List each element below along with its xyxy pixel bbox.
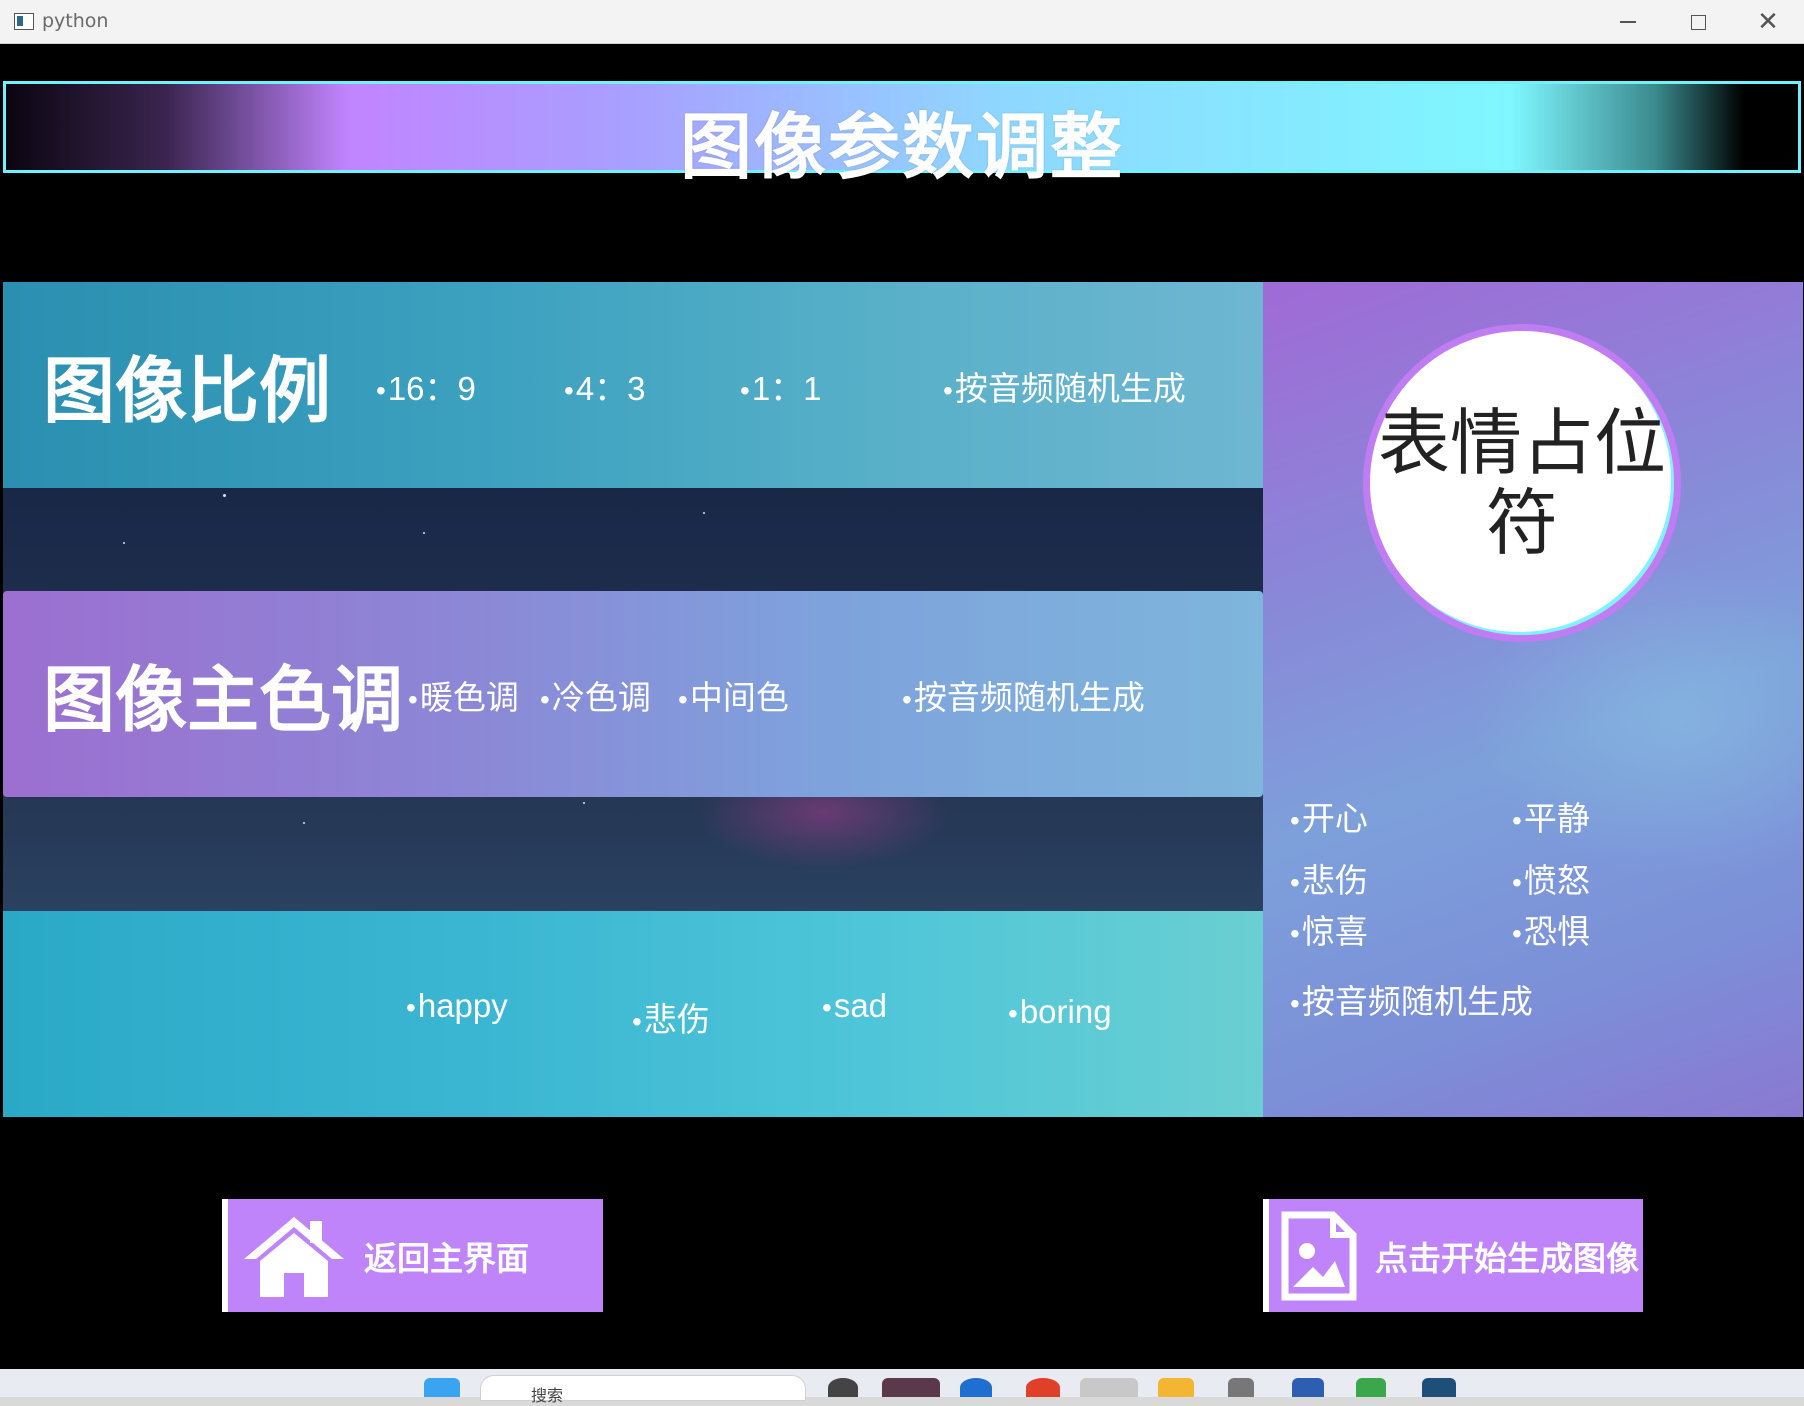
mood-option-sad-cn[interactable]: 悲伤 [632, 993, 710, 1041]
emotion-option-fear[interactable]: 恐惧 [1512, 905, 1590, 953]
mood-panel: happy 悲伤 sad boring [3, 911, 1263, 1117]
star [303, 822, 305, 824]
ratio-option-4-3[interactable]: 4：3 [564, 362, 646, 410]
star [223, 494, 226, 497]
taskbar-search-text: 搜索 [531, 1386, 564, 1405]
generate-image-label: 点击开始生成图像 [1375, 1238, 1639, 1278]
home-icon [240, 1211, 348, 1301]
ratio-option-1-1[interactable]: 1：1 [740, 362, 822, 410]
page-title: 图像参数调整 [679, 105, 1124, 189]
tone-option-warm[interactable]: 暖色调 [408, 671, 519, 719]
python-app-icon [14, 13, 34, 30]
ratio-heading: 图像比例 [43, 349, 332, 433]
ratio-option-random[interactable]: 按音频随机生成 [943, 362, 1186, 410]
emotion-option-surprise[interactable]: 惊喜 [1290, 905, 1368, 953]
maximize-icon [1690, 14, 1706, 30]
return-home-button[interactable]: 返回主界面 [222, 1199, 603, 1312]
minimize-icon [1620, 21, 1636, 23]
app-icon-7[interactable] [1422, 1378, 1456, 1397]
app-icon-4[interactable] [1228, 1378, 1254, 1397]
close-button[interactable]: ✕ [1733, 0, 1803, 44]
star [703, 512, 705, 514]
folder-icon[interactable] [1158, 1378, 1194, 1397]
page-header: 图像参数调整 [3, 81, 1801, 189]
tone-option-neutral[interactable]: 中间色 [678, 671, 789, 719]
return-home-label: 返回主界面 [364, 1238, 529, 1278]
star [423, 532, 425, 534]
emotion-option-happy[interactable]: 开心 [1290, 792, 1368, 840]
star [123, 542, 125, 544]
emotion-placeholder: 表情占位符 [1377, 401, 1666, 565]
title-bar: python ✕ [0, 0, 1804, 44]
ratio-panel: 图像比例 16：9 4：3 1：1 按音频随机生成 [3, 282, 1263, 488]
mood-option-happy[interactable]: happy [406, 987, 508, 1025]
app-icon-3[interactable] [1080, 1378, 1138, 1397]
star [583, 802, 585, 804]
minimize-button[interactable] [1593, 0, 1663, 44]
mood-option-boring[interactable]: boring [1008, 993, 1112, 1031]
tone-heading: 图像主色调 [43, 658, 404, 742]
taskbar-search[interactable]: 搜索 [480, 1375, 806, 1405]
maximize-button[interactable] [1663, 0, 1733, 44]
tone-option-cool[interactable]: 冷色调 [540, 671, 651, 719]
emotion-avatar: 表情占位符 [1363, 324, 1681, 642]
generate-image-button[interactable]: 点击开始生成图像 [1263, 1199, 1643, 1312]
task-view-icon[interactable] [828, 1378, 858, 1397]
emotion-option-random[interactable]: 按音频随机生成 [1290, 975, 1533, 1023]
close-icon: ✕ [1757, 7, 1779, 37]
window-title: python [42, 10, 109, 32]
emotion-option-calm[interactable]: 平静 [1512, 792, 1590, 840]
ratio-option-16-9[interactable]: 16：9 [376, 362, 476, 410]
app-icon-1[interactable] [882, 1378, 940, 1397]
emotion-option-sad[interactable]: 悲伤 [1290, 854, 1368, 902]
app-window: python ✕ 图像参数调整 图像比例 16：9 4：3 1：1 按音频随机生… [0, 0, 1804, 1397]
app-icon-2[interactable] [960, 1378, 992, 1397]
windows-start-icon[interactable] [424, 1378, 460, 1397]
emotion-option-angry[interactable]: 愤怒 [1512, 854, 1590, 902]
mood-option-sad[interactable]: sad [822, 987, 887, 1025]
os-taskbar: 搜索 [0, 1369, 1804, 1405]
app-icon-6[interactable] [1356, 1378, 1386, 1397]
emotion-panel: 表情占位符 开心 平静 悲伤 愤怒 惊喜 恐惧 按音频随机生成 [1263, 282, 1803, 1117]
tone-option-random[interactable]: 按音频随机生成 [902, 671, 1145, 719]
app-icon-5[interactable] [1292, 1378, 1324, 1397]
browser-icon[interactable] [1026, 1378, 1060, 1397]
image-file-icon [1281, 1211, 1357, 1301]
tone-panel: 图像主色调 暖色调 冷色调 中间色 按音频随机生成 [3, 591, 1263, 797]
